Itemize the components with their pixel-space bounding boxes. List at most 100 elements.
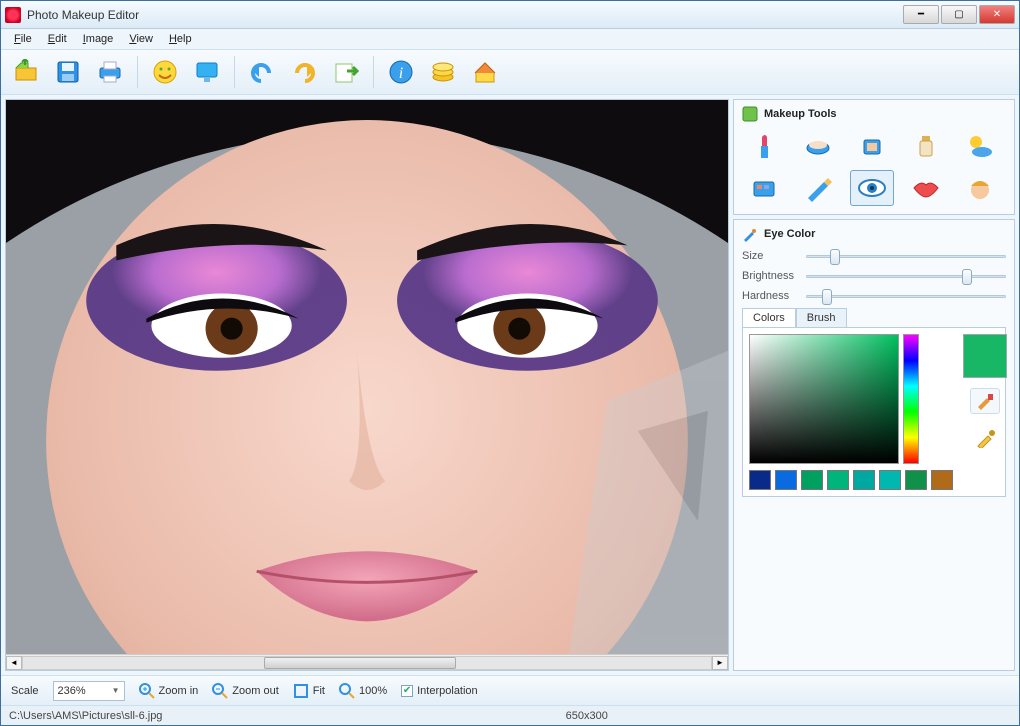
- preset-swatch[interactable]: [879, 470, 901, 490]
- canvas[interactable]: [6, 100, 728, 654]
- main-toolbar: i: [1, 49, 1019, 95]
- eyedropper-icon: [974, 426, 996, 448]
- tool-bottle[interactable]: [904, 128, 948, 164]
- export-button[interactable]: [329, 55, 363, 89]
- preset-swatch[interactable]: [905, 470, 927, 490]
- undo-button[interactable]: [245, 55, 279, 89]
- register-button[interactable]: [426, 55, 460, 89]
- smiley-icon: [152, 59, 178, 85]
- makeup-tools-grid: [742, 128, 1006, 206]
- menu-file[interactable]: File: [7, 31, 39, 47]
- info-button[interactable]: i: [384, 55, 418, 89]
- tool-lipstick[interactable]: [742, 128, 786, 164]
- interpolation-checkbox[interactable]: ✔ Interpolation: [401, 685, 478, 697]
- toolbar-separator: [137, 56, 138, 88]
- scroll-track[interactable]: [22, 656, 712, 670]
- tool-powder[interactable]: [796, 128, 840, 164]
- preset-row: [749, 470, 953, 490]
- color-picker-zone: [742, 327, 1006, 497]
- home-icon: [472, 59, 498, 85]
- color-tabs: Colors Brush: [742, 308, 1006, 327]
- scale-label: Scale: [11, 685, 39, 697]
- color-field[interactable]: [749, 334, 899, 464]
- checkbox-icon: ✔: [401, 685, 413, 697]
- eye-color-title: Eye Color: [764, 228, 815, 240]
- tool-eyeshadow[interactable]: [742, 170, 786, 206]
- preset-swatch[interactable]: [827, 470, 849, 490]
- face-icon: [966, 174, 994, 202]
- scale-value: 236%: [58, 685, 86, 697]
- zoom-in-icon: [139, 683, 155, 699]
- menu-image[interactable]: Image: [76, 31, 121, 47]
- tool-eye-color[interactable]: [850, 170, 894, 206]
- zoom-in-button[interactable]: Zoom in: [139, 683, 199, 699]
- brightness-slider[interactable]: [806, 268, 1006, 284]
- hundred-percent-button[interactable]: 100%: [339, 683, 387, 699]
- close-button[interactable]: ✕: [979, 5, 1015, 24]
- scroll-thumb[interactable]: [264, 657, 457, 669]
- scroll-right-button[interactable]: ►: [712, 656, 728, 670]
- preset-swatch[interactable]: [749, 470, 771, 490]
- pencil-icon: [804, 174, 832, 202]
- smiley-button[interactable]: [148, 55, 182, 89]
- tool-foundation[interactable]: [850, 128, 894, 164]
- coins-icon: [430, 59, 456, 85]
- zoom-out-button[interactable]: Zoom out: [212, 683, 278, 699]
- fit-icon: [293, 683, 309, 699]
- app-icon: [5, 7, 21, 23]
- preset-swatch[interactable]: [931, 470, 953, 490]
- redo-icon: [291, 59, 317, 85]
- horizontal-scrollbar[interactable]: ◄ ►: [6, 654, 728, 670]
- tool-lips[interactable]: [904, 170, 948, 206]
- save-button[interactable]: [51, 55, 85, 89]
- paintbrush-icon: [975, 391, 995, 411]
- eyedropper-button[interactable]: [970, 424, 1000, 450]
- hue-bar[interactable]: [903, 334, 919, 464]
- actual-size-icon: [339, 683, 355, 699]
- zoom-out-icon: [212, 683, 228, 699]
- paint-tool-button[interactable]: [970, 388, 1000, 414]
- photo-placeholder: [6, 100, 728, 654]
- maximize-button[interactable]: ▢: [941, 5, 977, 24]
- open-button[interactable]: [9, 55, 43, 89]
- hardness-slider[interactable]: [806, 288, 1006, 304]
- size-slider[interactable]: [806, 248, 1006, 264]
- fit-button[interactable]: Fit: [293, 683, 325, 699]
- preset-swatch[interactable]: [775, 470, 797, 490]
- save-icon: [55, 59, 81, 85]
- redo-button[interactable]: [287, 55, 321, 89]
- info-icon: i: [388, 59, 414, 85]
- scroll-left-button[interactable]: ◄: [6, 656, 22, 670]
- preset-swatch[interactable]: [853, 470, 875, 490]
- image-dimensions: 650x300: [566, 710, 608, 722]
- current-color-swatch[interactable]: [963, 334, 1007, 378]
- effects-button[interactable]: [190, 55, 224, 89]
- foundation-icon: [858, 132, 886, 160]
- screen-icon: [194, 59, 220, 85]
- sidebar: Makeup Tools Eye C: [733, 99, 1015, 671]
- lipstick-icon: [750, 132, 778, 160]
- hardness-label: Hardness: [742, 290, 798, 302]
- palette-icon: [742, 106, 758, 122]
- minimize-button[interactable]: ━: [903, 5, 939, 24]
- eyeshadow-icon: [750, 174, 778, 202]
- tab-brush[interactable]: Brush: [796, 308, 847, 327]
- brush-small-icon: [742, 226, 758, 242]
- scale-dropdown[interactable]: 236% ▼: [53, 681, 125, 701]
- preset-swatch[interactable]: [801, 470, 823, 490]
- titlebar: Photo Makeup Editor ━ ▢ ✕: [1, 1, 1019, 29]
- tool-face[interactable]: [958, 170, 1002, 206]
- home-button[interactable]: [468, 55, 502, 89]
- file-path: C:\Users\AMS\Pictures\sll-6.jpg: [9, 710, 162, 722]
- tool-tan[interactable]: [958, 128, 1002, 164]
- menu-edit[interactable]: Edit: [41, 31, 74, 47]
- tool-pencil[interactable]: [796, 170, 840, 206]
- svg-text:i: i: [399, 65, 403, 82]
- tab-colors[interactable]: Colors: [742, 308, 796, 327]
- menu-help[interactable]: Help: [162, 31, 199, 47]
- menu-view[interactable]: View: [122, 31, 160, 47]
- powder-icon: [804, 132, 832, 160]
- brightness-label: Brightness: [742, 270, 798, 282]
- print-icon: [97, 59, 123, 85]
- print-button[interactable]: [93, 55, 127, 89]
